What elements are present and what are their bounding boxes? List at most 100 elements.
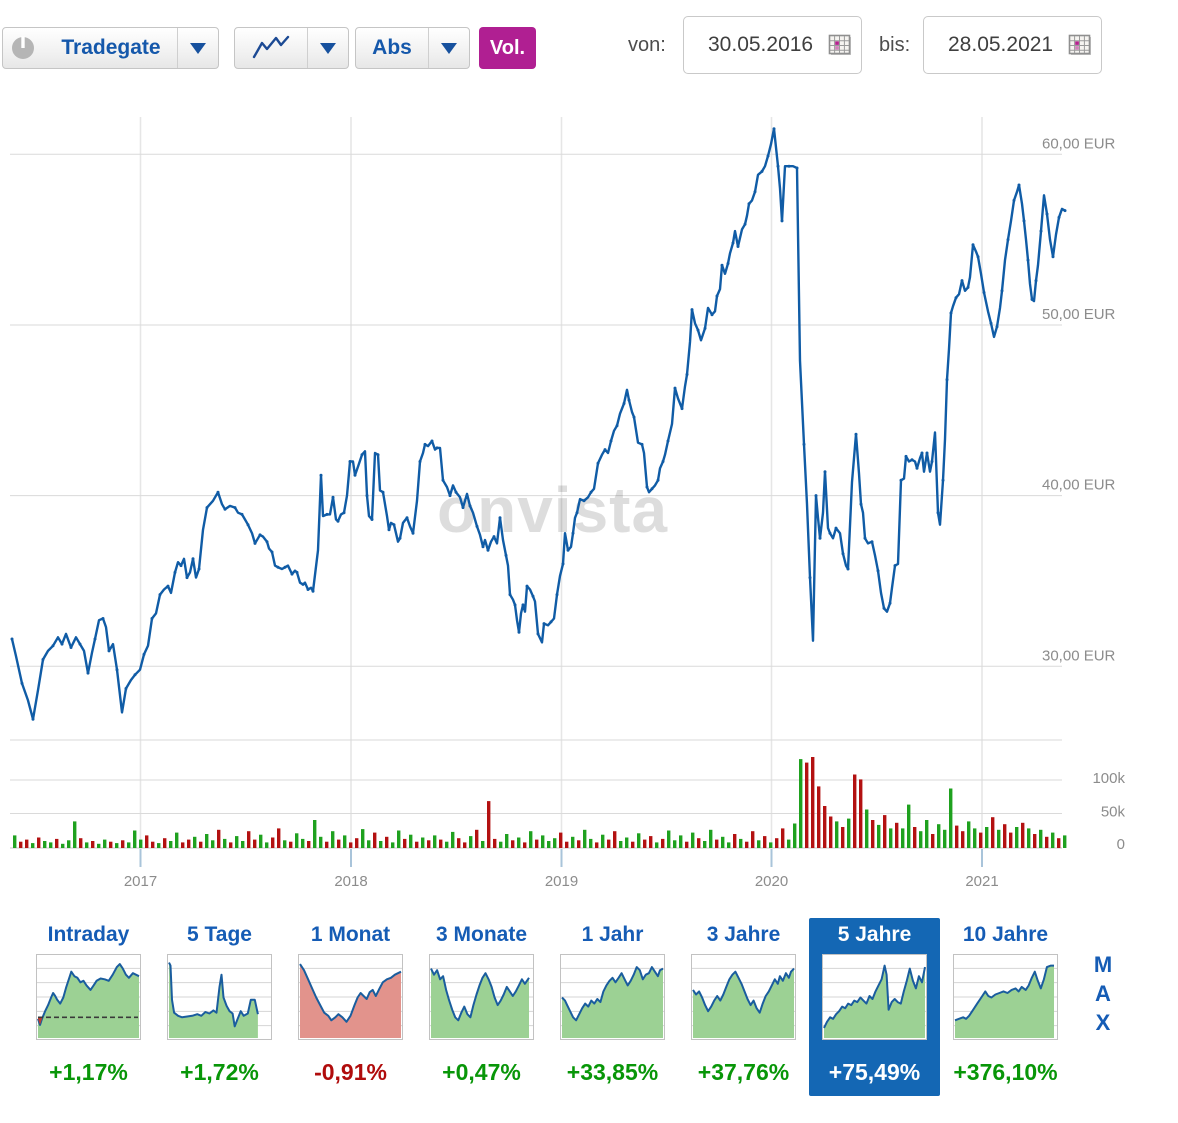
volume-bar (421, 837, 425, 848)
chevron-down-icon (320, 42, 336, 54)
volume-bar (1027, 828, 1031, 848)
volume-bar (541, 835, 545, 848)
price-point (542, 622, 546, 626)
price-point (841, 552, 845, 556)
volume-bar (181, 842, 185, 848)
volume-bar (175, 832, 179, 848)
price-point (325, 512, 329, 516)
period-button-intraday[interactable]: Intraday +1,17% (23, 918, 154, 1096)
volume-bar (511, 840, 515, 848)
volume-bar (781, 828, 785, 848)
price-point (107, 649, 111, 653)
price-point (115, 668, 119, 672)
calendar-icon[interactable] (828, 34, 853, 57)
volume-bar (349, 842, 353, 848)
volume-bar (565, 841, 569, 848)
volume-bar (289, 841, 293, 848)
volume-bar (859, 779, 863, 848)
price-point (680, 407, 684, 411)
price-point (166, 584, 170, 588)
period-button-3-monate[interactable]: 3 Monate +0,47% (416, 918, 547, 1096)
scale-select[interactable]: Abs (355, 27, 470, 69)
calendar-icon[interactable] (1068, 34, 1093, 57)
volume-bar (133, 830, 137, 848)
volume-bar (469, 836, 473, 848)
period-label: 5 Tage (187, 923, 252, 946)
period-button-5-tage[interactable]: 5 Tage +1,72% (154, 918, 285, 1096)
period-button-1-monat[interactable]: 1 Monat -0,91% (285, 918, 416, 1096)
volume-bar (949, 788, 953, 848)
volume-bar (37, 837, 41, 848)
chart-type-dropdown-button[interactable] (307, 28, 348, 68)
volume-bar (673, 840, 677, 848)
volume-bar (865, 809, 869, 848)
exchange-select[interactable]: Tradegate (2, 27, 219, 69)
price-point (982, 291, 986, 294)
volume-bar (667, 830, 671, 848)
period-label: 5 Jahre (837, 923, 912, 946)
volume-bar (589, 838, 593, 848)
volume-bar (163, 838, 167, 848)
price-point (731, 241, 735, 245)
chart-type-select[interactable] (234, 27, 349, 69)
volume-bar (397, 830, 401, 848)
period-button-5-jahre[interactable]: 5 Jahre +75,49% (809, 918, 940, 1096)
price-point (158, 593, 162, 597)
price-point (989, 321, 993, 325)
exchange-dropdown-button[interactable] (177, 28, 218, 68)
volume-bar (985, 827, 989, 848)
volume-bar (1003, 824, 1007, 848)
price-axis-label: 40,00 EUR (1042, 477, 1116, 494)
price-point (632, 415, 636, 419)
date-from-input[interactable] (684, 32, 828, 58)
price-point (960, 279, 964, 283)
volume-bar (955, 825, 959, 848)
price-point (253, 541, 257, 545)
period-button-1-jahr[interactable]: 1 Jahr +33,85% (547, 918, 678, 1096)
period-label: 10 Jahre (962, 923, 1049, 946)
price-point (51, 644, 55, 648)
price-point (31, 717, 35, 721)
volume-bar (109, 841, 113, 848)
price-point (899, 478, 903, 482)
price-point (179, 564, 183, 568)
date-from-field[interactable] (683, 16, 862, 74)
period-button-3-jahre[interactable]: 3 Jahre +37,76% (678, 918, 809, 1096)
volume-bar (415, 841, 419, 848)
exchange-label: Tradegate (61, 36, 161, 59)
volume-bar (61, 843, 65, 848)
price-point (954, 296, 958, 300)
volume-bar (625, 837, 629, 848)
volume-axis-label: 100k (1092, 770, 1125, 787)
volume-bar (745, 841, 749, 848)
volume-bar (457, 838, 461, 848)
price-point (772, 127, 776, 131)
volume-bar (265, 842, 269, 848)
year-label: 2020 (755, 873, 788, 890)
volume-bar (211, 840, 215, 848)
volume-bar (979, 832, 983, 848)
price-point (1026, 258, 1030, 262)
date-to-field[interactable] (923, 16, 1102, 74)
volume-bar (43, 841, 47, 848)
volume-bar (793, 823, 797, 848)
volume-bar (853, 774, 857, 848)
period-button-10-jahre[interactable]: 10 Jahre +376,10% (940, 918, 1071, 1096)
date-to-input[interactable] (924, 32, 1068, 58)
volume-bar (721, 836, 725, 848)
price-point (1045, 212, 1049, 216)
volume-bar (301, 838, 305, 848)
volume-bar (19, 841, 23, 848)
volume-bar (601, 834, 605, 848)
volume-bar (145, 835, 149, 848)
volume-bar (433, 835, 437, 848)
price-point (925, 451, 929, 455)
volume-toggle-button[interactable]: Vol. (479, 27, 536, 69)
price-point (376, 453, 380, 457)
scale-dropdown-button[interactable] (428, 28, 469, 68)
price-point (311, 589, 315, 593)
volume-bar (757, 840, 761, 848)
price-point (353, 473, 357, 477)
price-point (949, 311, 953, 315)
period-max-button[interactable]: MAX (1086, 950, 1120, 1037)
